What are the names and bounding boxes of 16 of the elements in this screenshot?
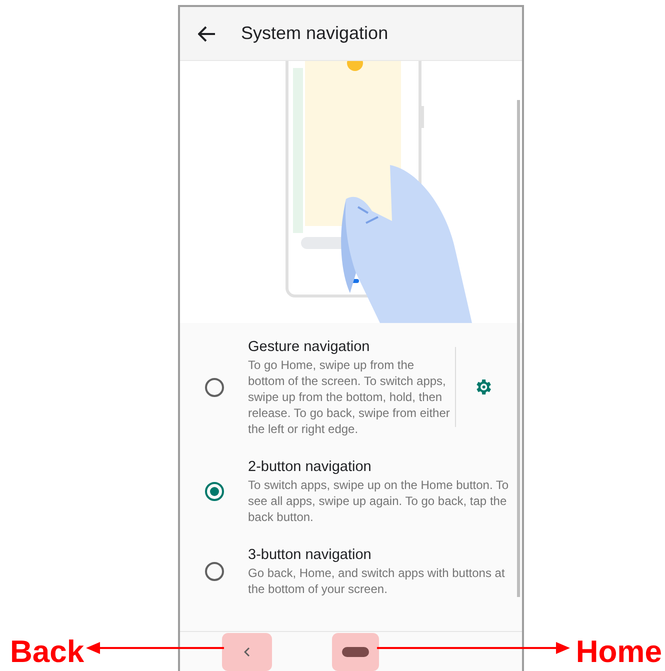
home-button[interactable] (332, 632, 379, 670)
radio-button[interactable] (204, 378, 224, 396)
option-description: To switch apps, swipe up on the Home button. To see all apps, swipe up again. To go back, tap the back button. (248, 477, 510, 525)
option-title[interactable]: 2-button navigation (248, 457, 510, 477)
radio-button[interactable] (204, 562, 224, 580)
annotation-label: Back (10, 636, 84, 667)
chevron-left-icon (244, 646, 250, 656)
back-arrow-icon[interactable] (198, 26, 216, 42)
pill-icon (342, 646, 369, 656)
option-description: To go Home, swipe up from the bottom of the screen. To switch apps, swipe up from the bottom, hold, then release. To go back, swipe from either the left or right edge. (248, 357, 451, 437)
option-title[interactable]: 3-button navigation (248, 545, 510, 565)
screen-title: System navigation (241, 22, 388, 45)
option-title[interactable]: Gesture navigation (248, 337, 453, 357)
annotation-label: Home (576, 636, 662, 667)
option-description: Go back, Home, and switch apps with buttons at the bottom of your screen. (248, 565, 506, 597)
radio-button[interactable] (204, 482, 224, 500)
